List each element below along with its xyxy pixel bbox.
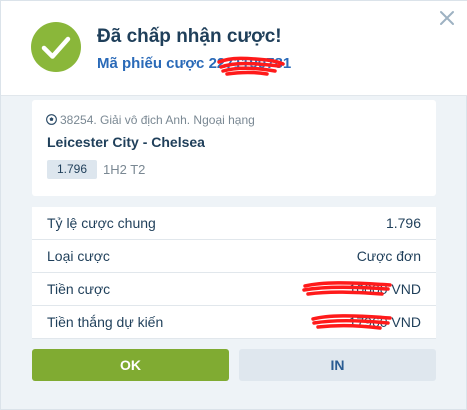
summary-row: Tiền cược 10000 VND (32, 273, 436, 306)
summary-label: Tiền cược (47, 281, 111, 297)
soccer-ball-icon (46, 114, 57, 125)
summary-label: Tiền thắng dự kiến (47, 314, 164, 330)
dialog-title: Đã chấp nhận cược! (97, 26, 282, 47)
ok-button[interactable]: OK (32, 349, 229, 381)
bet-market: 1H2 T2 (103, 162, 146, 177)
odd-badge: 1.796 (47, 160, 97, 179)
summary-row: Tỷ lệ cược chung 1.796 (32, 207, 436, 240)
ticket-label: Mã phiếu cược (97, 55, 205, 72)
summary-label: Tỷ lệ cược chung (47, 215, 156, 231)
summary-value: 10000 VND (348, 281, 421, 297)
summary-row: Loại cược Cược đơn (32, 240, 436, 273)
print-button[interactable]: IN (239, 349, 436, 381)
summary-value: Cược đơn (356, 248, 421, 264)
checkmark-icon (31, 22, 81, 72)
bet-summary-table: Tỷ lệ cược chung 1.796 Loại cược Cược đơ… (32, 207, 436, 339)
summary-row: Tiền thắng dự kiến 17960 VND (32, 306, 436, 339)
summary-value: 1.796 (385, 215, 421, 231)
ticket-number: 2271190781 (208, 55, 292, 72)
summary-value: 17960 VND (348, 314, 421, 330)
dialog-header: Đã chấp nhận cược! Mã phiếu cược 2271190… (1, 1, 467, 96)
close-icon[interactable] (438, 9, 456, 27)
bet-accepted-dialog: Đã chấp nhận cược! Mã phiếu cược 2271190… (0, 0, 467, 410)
event-card: 38254. Giải vô địch Anh. Ngoại hạng Leic… (32, 100, 436, 196)
league-name: 38254. Giải vô địch Anh. Ngoại hạng (60, 113, 255, 127)
league-line: 38254. Giải vô địch Anh. Ngoại hạng (46, 113, 255, 127)
ticket-line: Mã phiếu cược 2271190781 (97, 55, 291, 72)
summary-label: Loại cược (47, 248, 110, 264)
match-teams: Leicester City - Chelsea (47, 134, 205, 150)
